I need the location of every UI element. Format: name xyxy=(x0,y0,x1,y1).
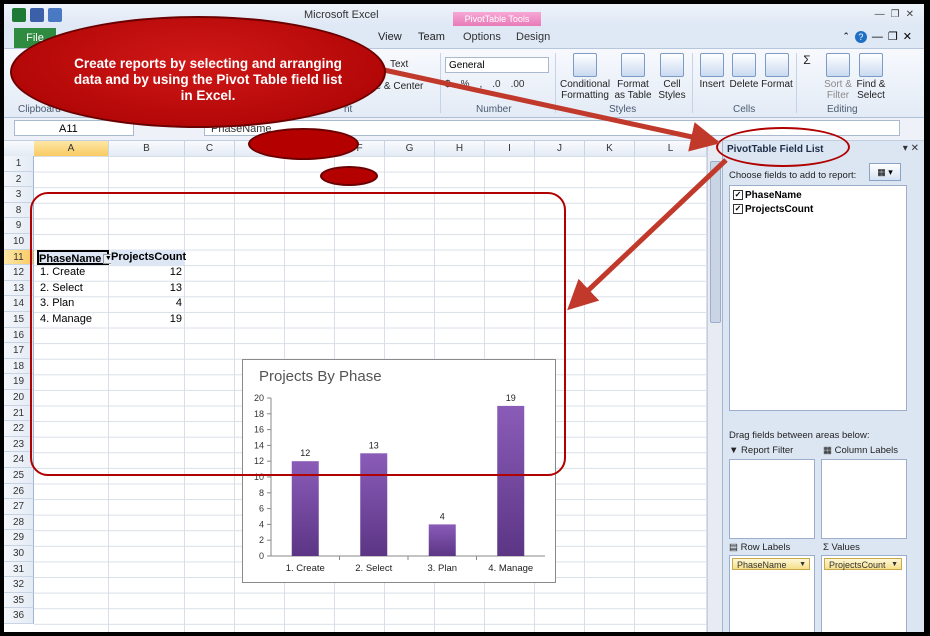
speech-bubble: Create reports by selecting and arrangin… xyxy=(10,16,386,128)
arrow-to-report xyxy=(567,158,728,311)
thought-bubble-small xyxy=(320,166,378,186)
excel-window: Microsoft Excel PivotTable Tools — ❐ ✕ F… xyxy=(4,4,924,632)
annotation-text: Create reports by selecting and arrangin… xyxy=(73,56,343,103)
thought-bubble-large xyxy=(248,128,359,160)
arrow-to-field-list xyxy=(383,67,721,152)
